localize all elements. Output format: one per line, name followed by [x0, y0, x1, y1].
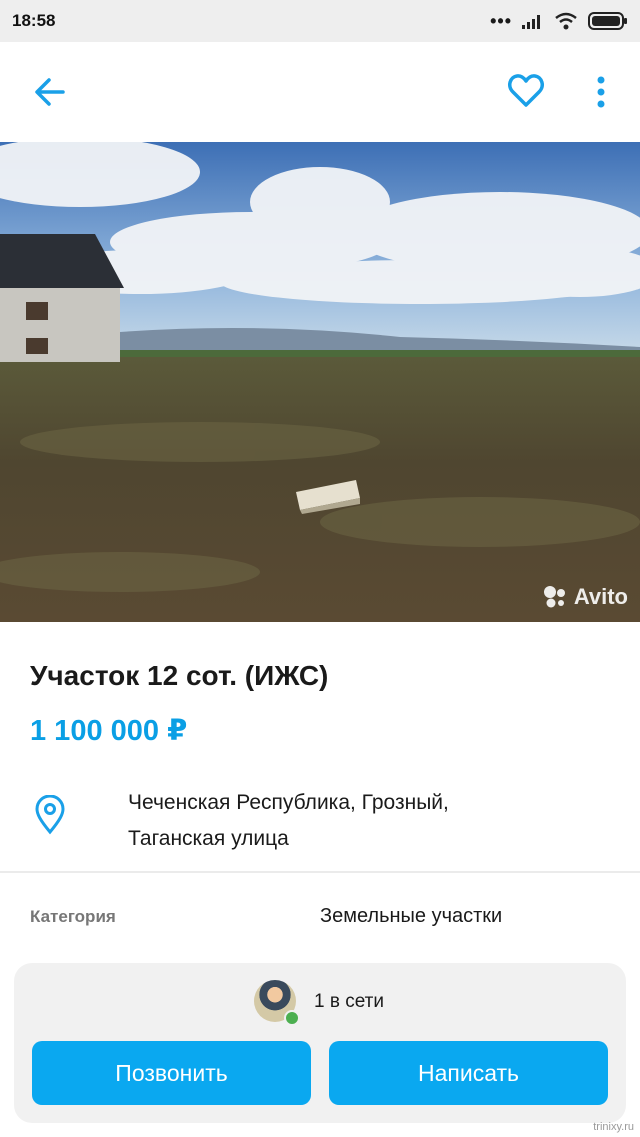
- category-value: Земельные участки: [320, 905, 503, 927]
- address-line-2: Таганская улица: [128, 827, 289, 850]
- favorite-heart-icon[interactable]: [505, 70, 547, 112]
- online-status-text: 1 в сети: [314, 991, 384, 1012]
- avito-watermark-text: Avito: [573, 584, 628, 609]
- back-arrow-icon[interactable]: [30, 72, 70, 112]
- avito-watermark: Avito: [542, 584, 628, 610]
- listing-address[interactable]: Чеченская Республика, Грозный, Таганская…: [128, 785, 449, 857]
- address-line-1: Чеченская Республика, Грозный,: [128, 791, 449, 814]
- status-time: 18:58: [12, 11, 56, 30]
- app-bar: [0, 42, 640, 142]
- more-status-icon: •••: [490, 11, 512, 31]
- write-message-button[interactable]: Написать: [329, 1041, 608, 1105]
- divider: [0, 871, 640, 873]
- status-icons: •••: [490, 11, 628, 31]
- listing-photo[interactable]: Avito: [0, 142, 640, 622]
- site-watermark: trinixy.ru: [593, 1121, 634, 1133]
- signal-icon: [522, 15, 540, 29]
- listing-price: 1 100 000 ₽: [30, 715, 188, 747]
- more-vertical-icon[interactable]: [586, 72, 616, 112]
- listing-title: Участок 12 сот. (ИЖС): [30, 660, 329, 691]
- avito-logo-icon: [543, 586, 565, 608]
- category-label: Категория: [30, 907, 116, 926]
- online-status-icon: [284, 1010, 300, 1026]
- battery-icon: [588, 12, 627, 30]
- location-pin-icon: [35, 795, 65, 835]
- call-button[interactable]: Позвонить: [32, 1041, 311, 1105]
- status-bar: 18:58 •••: [0, 0, 640, 42]
- wifi-icon: [555, 12, 577, 30]
